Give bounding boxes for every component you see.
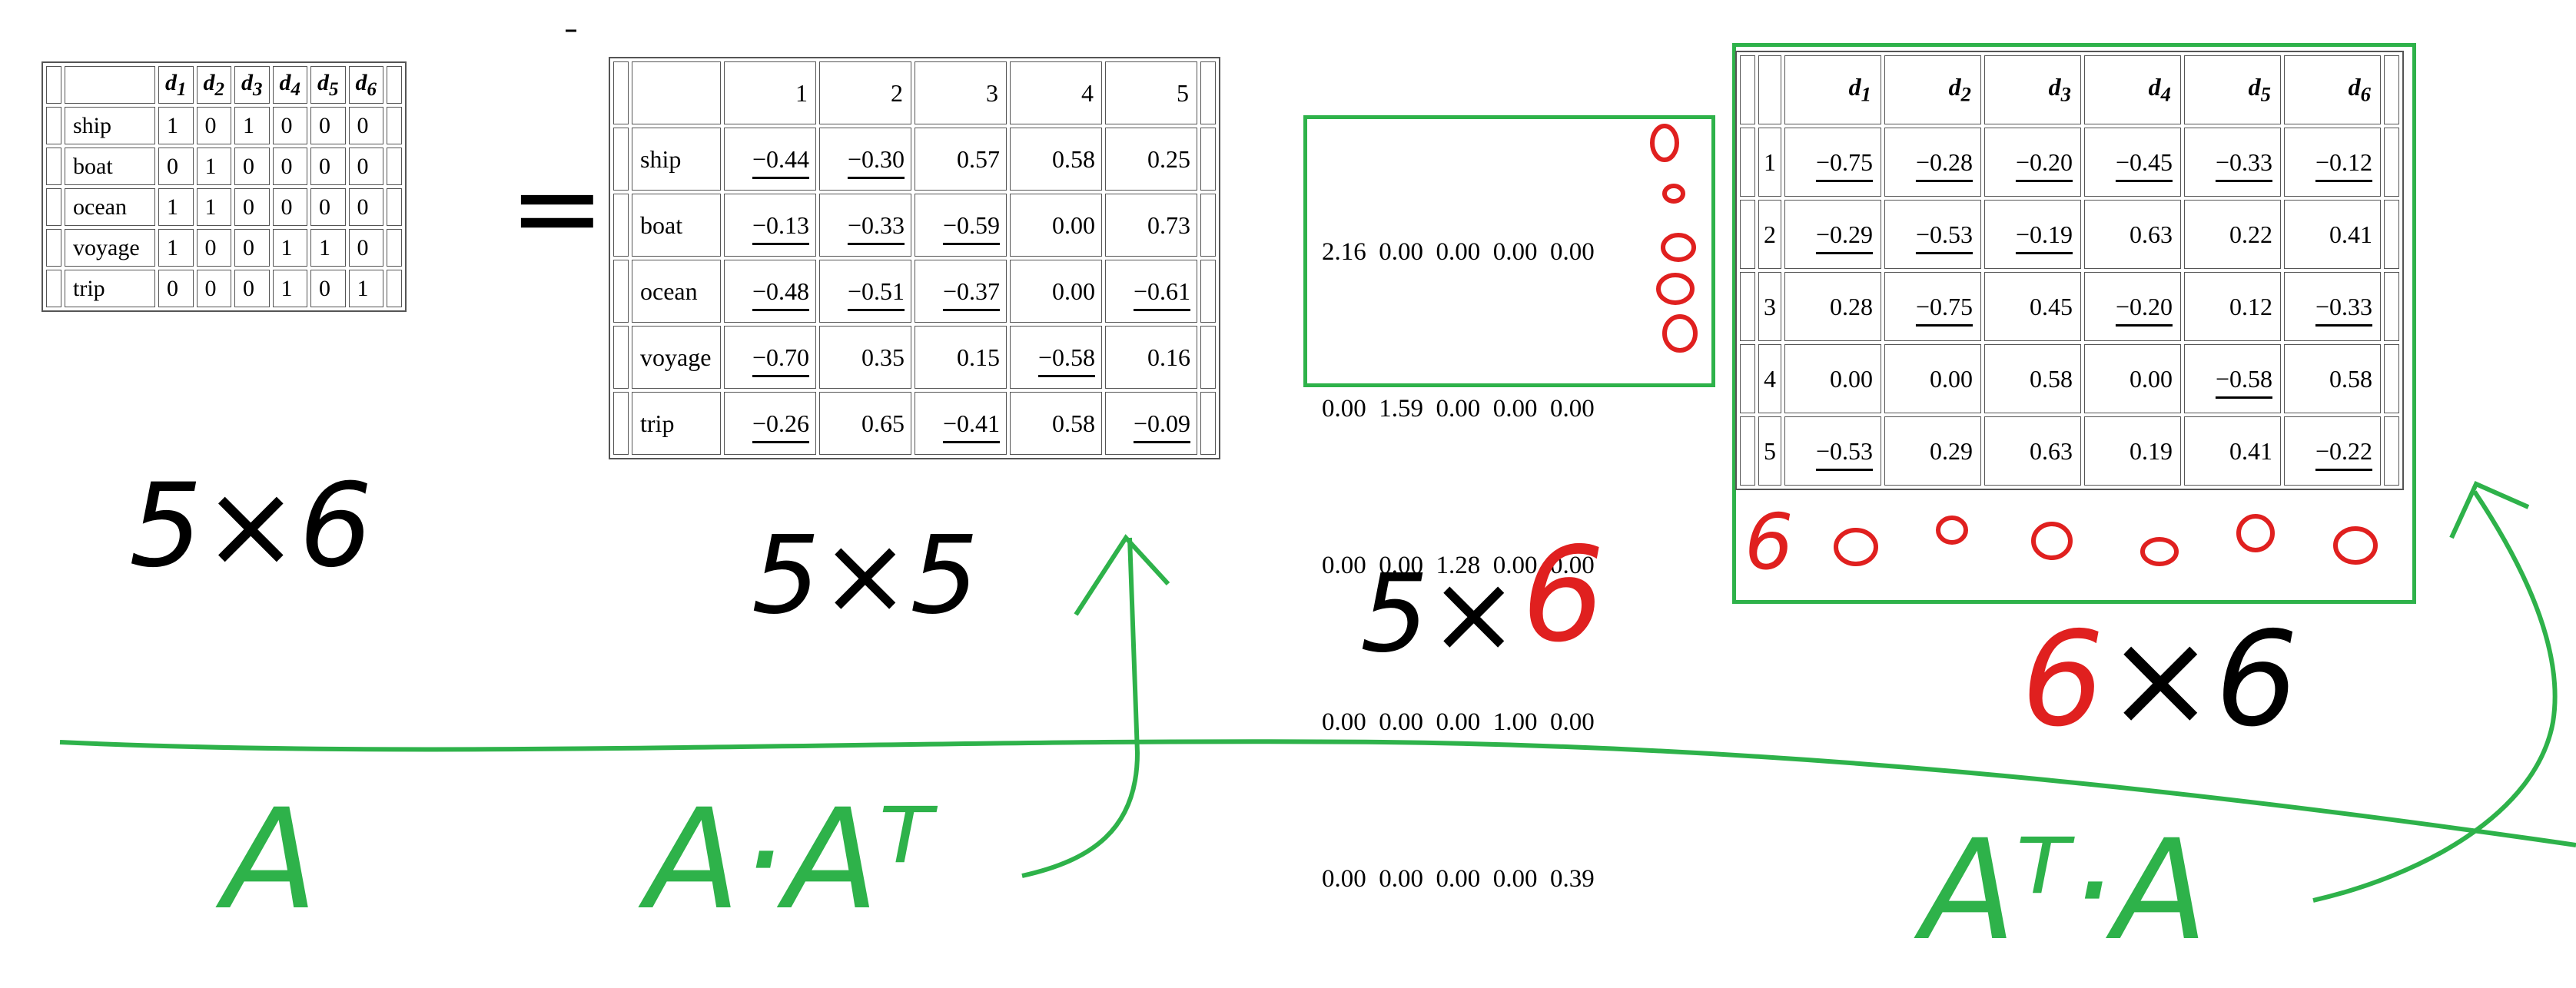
v-zero-marks — [1834, 514, 2378, 566]
green-baseline-stroke — [59, 739, 2576, 847]
arrow-up-u — [1021, 534, 1170, 878]
sigma-zero-marks — [1650, 124, 1698, 353]
handwriting-ink-layer — [59, 29, 2576, 903]
